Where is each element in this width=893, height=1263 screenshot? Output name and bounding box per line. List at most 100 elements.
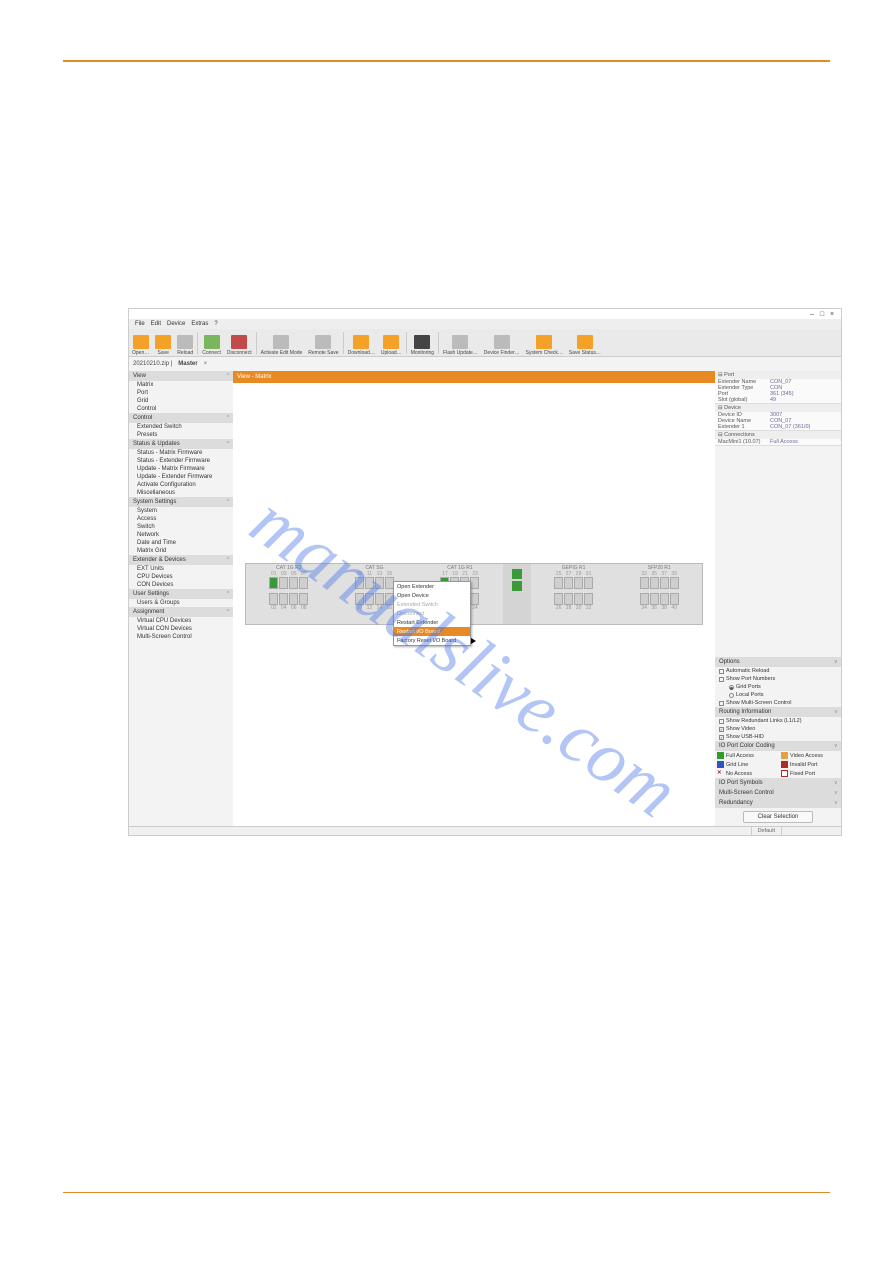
toolbar-download-[interactable]: Download… [345, 329, 378, 356]
nav-item[interactable]: Users & Groups [129, 599, 233, 607]
port[interactable] [269, 577, 278, 589]
port[interactable] [584, 577, 593, 589]
menu-device[interactable]: Device [167, 321, 185, 327]
section-control[interactable]: Control [129, 413, 233, 423]
checkbox[interactable] [719, 677, 724, 682]
port[interactable] [299, 577, 308, 589]
port[interactable] [640, 577, 649, 589]
nav-item[interactable]: Miscellaneous [129, 489, 233, 497]
checkbox[interactable] [719, 669, 724, 674]
menu-edit[interactable]: Edit [151, 321, 161, 327]
nav-item[interactable]: EXT Units [129, 565, 233, 573]
port[interactable] [564, 577, 573, 589]
port[interactable] [584, 593, 593, 605]
port[interactable] [299, 593, 308, 605]
io-board[interactable]: GEPIG R12527293126283032 [531, 564, 617, 624]
port[interactable] [640, 593, 649, 605]
maximize-button[interactable]: □ [817, 310, 827, 318]
section-assignment[interactable]: Assignment [129, 607, 233, 617]
menu-?[interactable]: ? [214, 321, 217, 327]
toolbar-remote-save[interactable]: Remote Save [305, 329, 341, 356]
toolbar-save[interactable]: Save [152, 329, 174, 356]
section-status-updates[interactable]: Status & Updates [129, 439, 233, 449]
minimize-button[interactable]: – [807, 310, 817, 318]
toolbar-activate-edit-mode[interactable]: Activate Edit Mode [258, 329, 306, 356]
matrix-area[interactable]: CAT 1G R10103050702040608CAT SG091113151… [233, 383, 715, 826]
toolbar-flash-update-[interactable]: Flash Update… [440, 329, 481, 356]
nav-item[interactable]: Grid [129, 397, 233, 405]
ctx-item[interactable]: Restart I/O Board [394, 627, 470, 636]
toolbar-monitoring[interactable]: Monitoring [408, 329, 437, 356]
io-board[interactable]: SFP20 R13335373934363840 [616, 564, 702, 624]
nav-item[interactable]: Extended Switch [129, 423, 233, 431]
toolbar-device-finder-[interactable]: Device Finder… [481, 329, 523, 356]
port[interactable] [470, 577, 479, 589]
toolbar-save-status-[interactable]: Save Status… [566, 329, 604, 356]
port[interactable] [660, 593, 669, 605]
nav-item[interactable]: Matrix [129, 381, 233, 389]
port[interactable] [355, 577, 364, 589]
port[interactable] [564, 593, 573, 605]
toolbar-connect[interactable]: Connect [199, 329, 224, 356]
section-user-settings[interactable]: User Settings [129, 589, 233, 599]
port[interactable] [660, 577, 669, 589]
toolbar-open-[interactable]: Open… [129, 329, 152, 356]
io-board[interactable]: CAT 1G R10103050702040608 [246, 564, 332, 624]
port[interactable] [470, 593, 479, 605]
port[interactable] [650, 593, 659, 605]
nav-item[interactable]: Status - Extender Firmware [129, 457, 233, 465]
section-view[interactable]: View [129, 371, 233, 381]
port[interactable] [279, 577, 288, 589]
section-extender-devices[interactable]: Extender & Devices [129, 555, 233, 565]
clear-selection-button[interactable]: Clear Selection [743, 811, 814, 823]
toolbar-upload-[interactable]: Upload… [378, 329, 405, 356]
nav-item[interactable]: Network [129, 531, 233, 539]
matrix-rack[interactable]: CAT 1G R10103050702040608CAT SG091113151… [245, 563, 703, 625]
nav-item[interactable]: Presets [129, 431, 233, 439]
nav-item[interactable]: Date and Time [129, 539, 233, 547]
nav-item[interactable]: Update - Extender Firmware [129, 473, 233, 481]
tab-close-icon[interactable]: × [204, 361, 208, 367]
port[interactable] [670, 577, 679, 589]
port[interactable] [365, 577, 374, 589]
nav-item[interactable]: Virtual CPU Devices [129, 617, 233, 625]
port[interactable] [269, 593, 278, 605]
ctx-item[interactable]: Open Device [394, 591, 470, 600]
port[interactable] [355, 593, 364, 605]
toolbar-system-check-[interactable]: System Check… [523, 329, 566, 356]
ctx-item[interactable]: Factory Reset I/O Board [394, 636, 470, 645]
nav-item[interactable]: Control [129, 405, 233, 413]
nav-item[interactable]: Status - Matrix Firmware [129, 449, 233, 457]
nav-item[interactable]: Access [129, 515, 233, 523]
nav-item[interactable]: Update - Matrix Firmware [129, 465, 233, 473]
checkbox[interactable] [719, 735, 724, 740]
nav-item[interactable]: Activate Configuration [129, 481, 233, 489]
panel-redundancy[interactable]: Redundancy [715, 798, 841, 808]
panel-routing-information[interactable]: Routing Information [715, 707, 841, 717]
port[interactable] [365, 593, 374, 605]
checkbox[interactable] [719, 727, 724, 732]
port[interactable] [554, 577, 563, 589]
close-button[interactable]: × [827, 310, 837, 318]
nav-item[interactable]: Multi-Screen Control [129, 633, 233, 641]
toolbar-disconnect[interactable]: Disconnect [224, 329, 255, 356]
radio[interactable] [729, 685, 734, 690]
nav-item[interactable]: Port [129, 389, 233, 397]
checkbox[interactable] [719, 719, 724, 724]
nav-item[interactable]: CPU Devices [129, 573, 233, 581]
menu-file[interactable]: File [135, 321, 145, 327]
radio[interactable] [729, 693, 734, 698]
nav-item[interactable]: System [129, 507, 233, 515]
section-system-settings[interactable]: System Settings [129, 497, 233, 507]
nav-item[interactable]: Switch [129, 523, 233, 531]
toolbar-reload[interactable]: Reload [174, 329, 196, 356]
port[interactable] [574, 577, 583, 589]
panel-multi-screen-control[interactable]: Multi-Screen Control [715, 788, 841, 798]
port[interactable] [375, 577, 384, 589]
panel-io-port-color-coding[interactable]: IO Port Color Coding [715, 741, 841, 751]
port[interactable] [650, 577, 659, 589]
panel-io-port-symbols[interactable]: IO Port Symbols [715, 778, 841, 788]
io-board[interactable] [503, 564, 531, 624]
ctx-item[interactable]: Restart Extender [394, 618, 470, 627]
tab-file[interactable]: 20210210.zip | [133, 361, 172, 367]
